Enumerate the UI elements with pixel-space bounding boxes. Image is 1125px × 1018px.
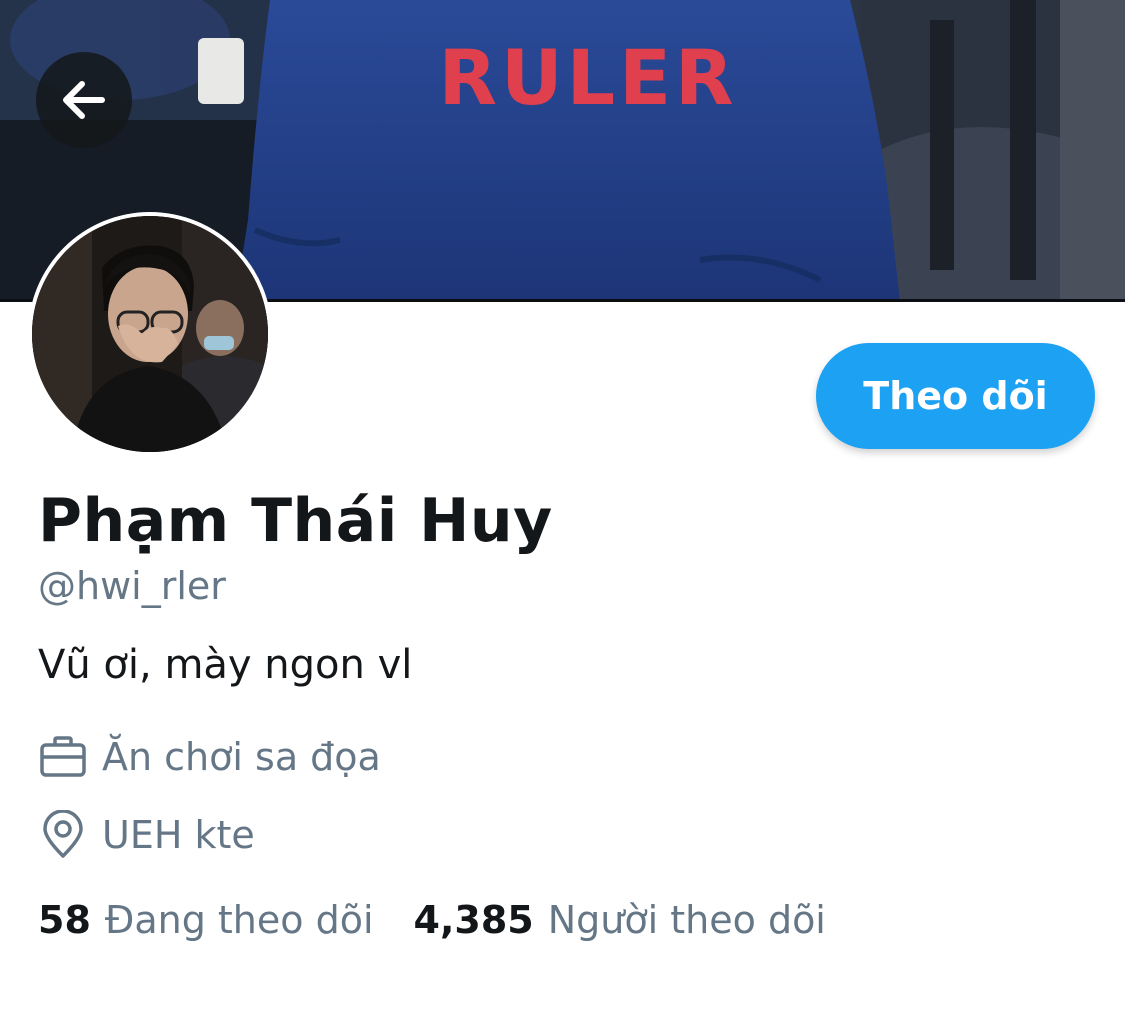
- following-count: 58: [38, 898, 91, 942]
- follow-stats: 58 Đang theo dõi 4,385 Người theo dõi: [38, 898, 826, 942]
- profile-bio: Vũ ơi, mày ngon vl: [38, 642, 413, 688]
- occupation-row: Ăn chơi sa đọa: [38, 732, 381, 782]
- follow-button[interactable]: Theo dõi: [816, 343, 1095, 449]
- location-text: UEH kte: [102, 813, 255, 857]
- followers-stat[interactable]: 4,385 Người theo dõi: [414, 898, 826, 942]
- briefcase-icon: [38, 732, 88, 782]
- avatar-image: [32, 216, 268, 452]
- jersey-text: RULER: [438, 33, 737, 122]
- location-pin-icon: [38, 810, 88, 860]
- following-label: Đang theo dõi: [104, 898, 374, 942]
- following-stat[interactable]: 58 Đang theo dõi: [38, 898, 374, 942]
- profile-avatar[interactable]: [28, 212, 272, 456]
- location-row: UEH kte: [38, 810, 255, 860]
- user-handle: @hwi_rler: [38, 564, 226, 608]
- arrow-left-icon: [63, 81, 105, 119]
- occupation-text: Ăn chơi sa đọa: [102, 735, 381, 779]
- back-button[interactable]: [36, 52, 132, 148]
- followers-count: 4,385: [413, 898, 534, 942]
- display-name: Phạm Thái Huy: [38, 486, 553, 556]
- followers-label: Người theo dõi: [547, 898, 826, 942]
